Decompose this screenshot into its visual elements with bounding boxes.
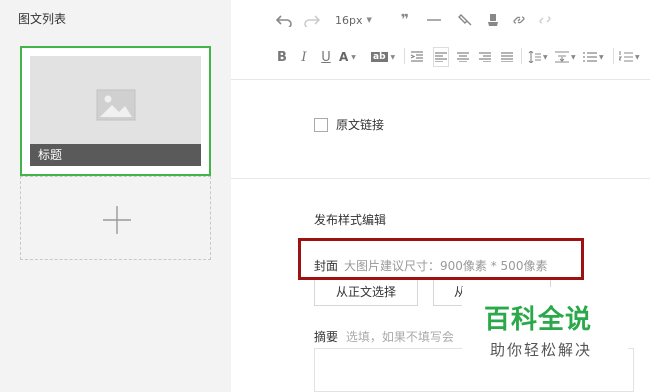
- unlink-button[interactable]: [537, 10, 553, 30]
- format-paint-button[interactable]: [457, 10, 473, 30]
- font-color-button[interactable]: A ▼: [339, 47, 363, 67]
- card-title-caption: 标题: [30, 144, 201, 166]
- plus-icon: [103, 206, 131, 234]
- paragraph-spacing-icon: [555, 51, 569, 63]
- clear-format-button[interactable]: [485, 10, 501, 30]
- align-justify-button[interactable]: [499, 47, 515, 67]
- redo-icon: [304, 15, 320, 27]
- chevron-down-icon: ▼: [390, 53, 396, 61]
- font-size-select[interactable]: 16px ▼: [335, 10, 379, 30]
- list-icon: [583, 52, 597, 62]
- clear-format-icon: [488, 14, 498, 26]
- bold-button[interactable]: B: [275, 47, 289, 67]
- align-center-button[interactable]: [455, 47, 471, 67]
- align-right-button[interactable]: [477, 47, 493, 67]
- paragraph-spacing-button[interactable]: ▼: [555, 47, 579, 67]
- chevron-down-icon: ▼: [543, 53, 548, 61]
- font-size-value: 16px: [335, 13, 363, 27]
- watermark-title: 百科全说: [484, 305, 593, 335]
- image-placeholder-icon: [96, 89, 136, 121]
- underline-button[interactable]: U: [319, 47, 333, 67]
- article-card-selected[interactable]: 标题: [20, 46, 211, 176]
- original-link-checkbox[interactable]: [314, 117, 328, 132]
- toolbar-divider: [521, 48, 522, 64]
- article-list-panel: 图文列表 标题: [0, 0, 231, 392]
- toolbar-divider: [613, 48, 614, 64]
- font-color-icon: A: [339, 50, 349, 64]
- chevron-down-icon: ▼: [366, 16, 372, 24]
- original-link-label: 原文链接: [336, 118, 385, 132]
- horizontal-rule-button[interactable]: [425, 10, 443, 30]
- editor-toolbar: 16px ▼ ❞ B I U A ▼ ab ▼ ▼ ▼ ▼ ▼: [231, 0, 650, 80]
- redo-button[interactable]: [303, 10, 321, 30]
- align-justify-icon: [501, 52, 513, 62]
- align-left-icon: [435, 52, 447, 62]
- section-divider: [231, 178, 650, 179]
- indent-icon: [410, 51, 423, 62]
- chevron-down-icon: ▼: [351, 53, 356, 61]
- summary-label: 摘要: [314, 330, 339, 344]
- list-button[interactable]: ▼: [583, 47, 607, 67]
- blockquote-button[interactable]: ❞: [397, 10, 413, 30]
- summary-placeholder: 选填，如果不填写会: [345, 330, 454, 344]
- undo-button[interactable]: [275, 10, 293, 30]
- toolbar-divider: [404, 48, 405, 64]
- align-left-button[interactable]: [433, 47, 449, 67]
- unlink-icon: [539, 16, 551, 24]
- link-button[interactable]: [511, 10, 527, 30]
- original-link-row: 原文链接: [314, 116, 384, 133]
- undo-icon: [276, 15, 292, 27]
- ordered-list-button[interactable]: ▼: [619, 47, 643, 67]
- background-color-icon: ab: [371, 52, 388, 62]
- watermark-logo: 百科全说 助你轻松解决: [462, 287, 628, 367]
- chevron-down-icon: ▼: [635, 53, 640, 61]
- ordered-list-icon: [619, 51, 633, 62]
- publish-style-title: 发布样式编辑: [314, 213, 387, 227]
- highlight-box: [298, 238, 584, 280]
- line-spacing-button[interactable]: ▼: [527, 47, 551, 67]
- chevron-down-icon: ▼: [571, 53, 576, 61]
- article-list-title: 图文列表: [18, 12, 67, 26]
- link-icon: [513, 16, 525, 24]
- indent-button[interactable]: [409, 47, 425, 67]
- format-paint-icon: [458, 14, 472, 26]
- align-center-icon: [457, 52, 469, 62]
- add-article-button[interactable]: [20, 176, 211, 260]
- watermark-subtitle: 助你轻松解决: [490, 341, 593, 359]
- background-color-button[interactable]: ab ▼: [371, 47, 397, 67]
- select-from-text-button[interactable]: 从正文选择: [314, 280, 418, 306]
- line-spacing-icon: [528, 51, 541, 63]
- horizontal-rule-icon: [427, 19, 441, 21]
- italic-button[interactable]: I: [297, 47, 311, 67]
- blockquote-icon: ❞: [400, 12, 410, 28]
- summary-row: 摘要 选填，如果不填写会: [314, 328, 454, 345]
- chevron-down-icon: ▼: [599, 53, 604, 61]
- align-right-icon: [479, 52, 491, 62]
